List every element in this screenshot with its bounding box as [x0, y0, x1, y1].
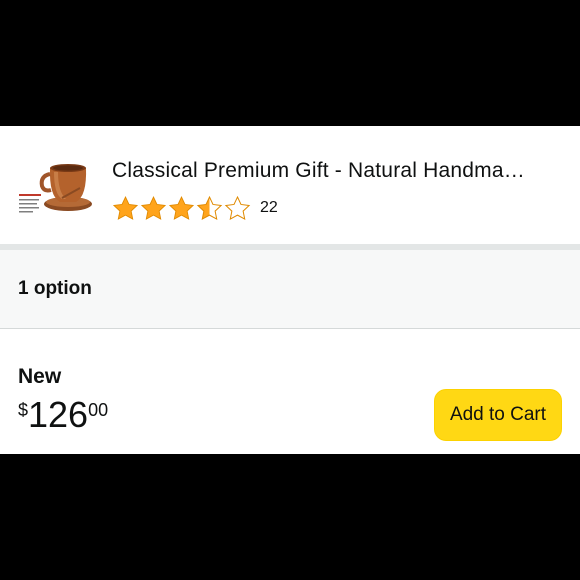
- star-full-icon: [140, 195, 167, 220]
- options-header: 1 option: [0, 250, 580, 329]
- options-count-label: 1 option: [18, 278, 92, 299]
- price-fraction: 00: [88, 400, 109, 420]
- offer-row: New $ 126 00 Add to Cart: [0, 329, 580, 454]
- wooden-cup-icon: [19, 164, 92, 213]
- add-to-cart-button[interactable]: Add to Cart: [434, 389, 562, 441]
- product-title[interactable]: Classical Premium Gift - Natural Handma…: [112, 159, 562, 183]
- screen-frame: Classical Premium Gift - Natural Handma…: [0, 0, 580, 580]
- star-empty-icon: [224, 195, 251, 220]
- product-summary[interactable]: Classical Premium Gift - Natural Handma…: [0, 126, 580, 244]
- product-offer-panel: Classical Premium Gift - Natural Handma…: [0, 126, 580, 454]
- star-full-icon: [168, 195, 195, 220]
- review-count[interactable]: 22: [260, 199, 278, 217]
- offer-price: $ 126 00: [18, 397, 108, 433]
- star-rating[interactable]: 22: [112, 194, 278, 222]
- price-currency-symbol: $: [18, 400, 29, 420]
- product-thumbnail[interactable]: [18, 152, 92, 224]
- offer-condition: New: [18, 365, 62, 388]
- star-full-icon: [112, 195, 139, 220]
- price-whole: 126: [28, 394, 89, 435]
- star-half-icon: [196, 195, 223, 220]
